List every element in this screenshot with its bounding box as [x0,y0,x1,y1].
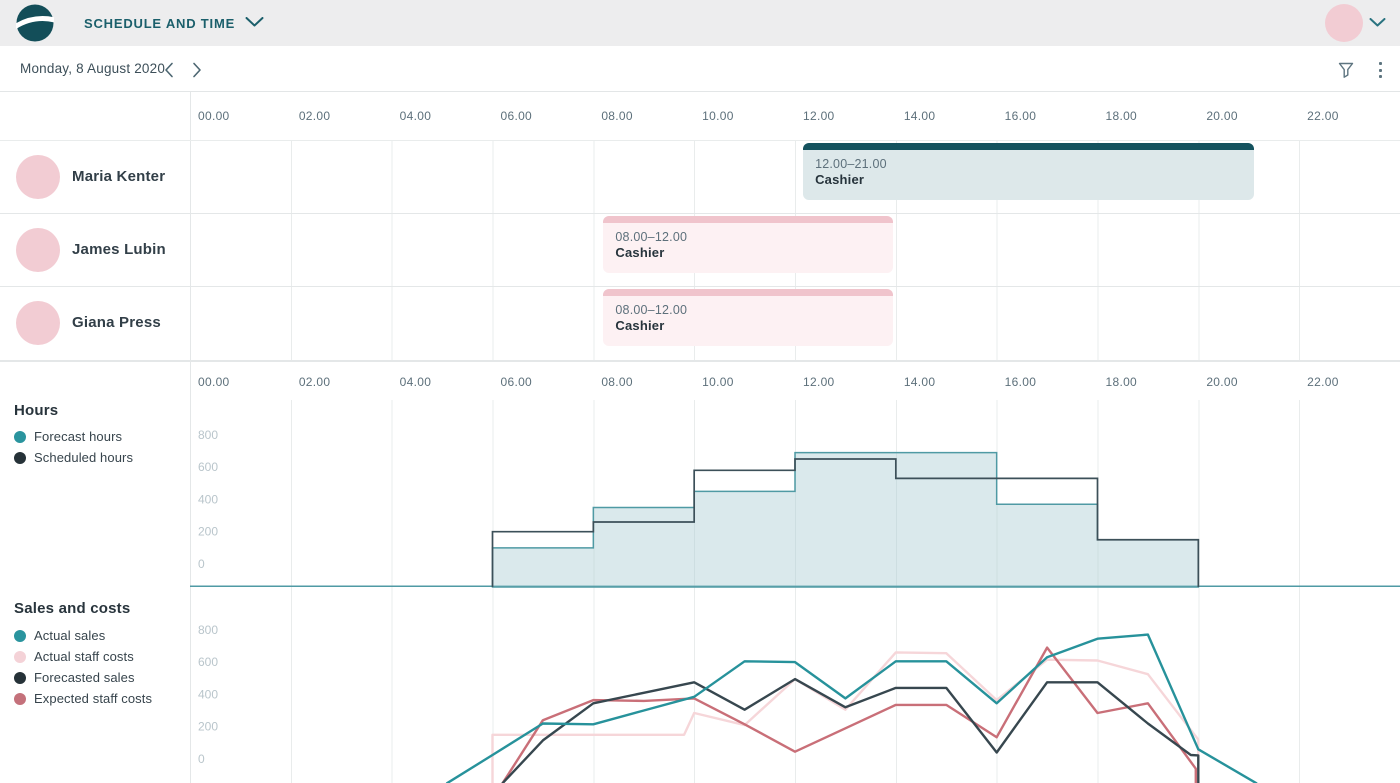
legend-dot [14,630,26,642]
next-day-button[interactable] [186,59,208,81]
sales-section-title: Sales and costs [14,600,130,617]
legend-item: Forecasted sales [14,670,135,685]
y-axis-label: 200 [198,525,218,539]
legend-label: Expected staff costs [34,691,152,706]
employee-avatar [16,228,60,272]
legend-dot [14,672,26,684]
user-avatar [1325,4,1363,42]
legend-dot [14,452,26,464]
legend-label: Actual staff costs [34,649,134,664]
kebab-icon [1379,61,1382,80]
employee-name: James Lubin [72,241,166,258]
shift-block[interactable]: 08.00–12.00Cashier [603,216,893,273]
time-tick-label: 14.00 [904,375,936,389]
shift-color-bar [603,216,893,223]
hours-chart: 800 600 400 200 0 [190,400,1400,590]
legend-dot [14,693,26,705]
shift-role-label: Cashier [615,318,893,333]
brand-logo-icon [16,4,54,42]
legend-label: Scheduled hours [34,450,133,465]
legend-dot [14,431,26,443]
filter-button[interactable] [1334,58,1358,82]
y-axis-label: 0 [198,752,205,766]
sales-costs-chart: 800 600 400 200 0 [190,596,1400,783]
legend-label: Forecast hours [34,429,122,444]
current-date-label: Monday, 8 August 2020 [20,61,165,76]
employee-name: Maria Kenter [72,168,165,185]
schedule-time-axis: 00.00 02.00 04.00 06.00 08.00 10.00 12.00 14.00… [0,92,1400,140]
employee-row: Maria Kenter 12.00–21.00Cashier [0,140,1400,214]
more-options-button[interactable] [1368,58,1392,82]
shift-block[interactable]: 08.00–12.00Cashier [603,289,893,346]
time-tick-label: 18.00 [1106,109,1138,123]
shift-block[interactable]: 12.00–21.00Cashier [803,143,1254,200]
employee-row: James Lubin 08.00–12.00Cashier [0,214,1400,288]
time-tick-label: 08.00 [601,109,633,123]
legend-label: Forecasted sales [34,670,135,685]
time-tick-label: 18.00 [1106,375,1138,389]
time-tick-label: 04.00 [400,375,432,389]
previous-day-button[interactable] [158,59,180,81]
y-axis-label: 800 [198,428,218,442]
time-tick-label: 16.00 [1005,109,1037,123]
y-axis-label: 400 [198,687,218,701]
legend-label: Actual sales [34,628,105,643]
employee-avatar [16,301,60,345]
top-bar: SCHEDULE AND TIME [0,0,1400,46]
hours-section-title: Hours [14,402,58,419]
actual-staff-costs-line [493,652,1199,783]
user-menu[interactable] [1325,0,1386,46]
legend-item: Forecast hours [14,429,122,444]
y-axis-label: 400 [198,492,218,506]
time-tick-label: 12.00 [803,375,835,389]
y-axis-label: 600 [198,460,218,474]
time-tick-label: 00.00 [198,109,230,123]
time-tick-label: 20.00 [1206,109,1238,123]
time-tick-label: 16.00 [1005,375,1037,389]
shift-role-label: Cashier [815,172,1254,187]
shift-color-bar [803,143,1254,150]
y-axis-label: 200 [198,720,218,734]
shift-time-label: 08.00–12.00 [615,230,893,244]
time-tick-label: 06.00 [501,375,533,389]
time-tick-label: 06.00 [501,109,533,123]
legend-dot [14,651,26,663]
shift-color-bar [603,289,893,296]
employee-row: Giana Press 08.00–12.00Cashier [0,287,1400,361]
time-tick-label: 00.00 [198,375,230,389]
time-tick-label: 10.00 [702,375,734,389]
time-tick-label: 12.00 [803,109,835,123]
legend-item: Actual staff costs [14,649,134,664]
time-tick-label: 22.00 [1307,109,1339,123]
funnel-icon [1337,61,1355,79]
time-tick-label: 02.00 [299,375,331,389]
app-menu-label: SCHEDULE AND TIME [84,16,235,31]
shift-role-label: Cashier [615,245,893,260]
time-tick-label: 10.00 [702,109,734,123]
expected-staff-costs-line [503,648,1196,783]
time-tick-label: 14.00 [904,109,936,123]
time-tick-label: 20.00 [1206,375,1238,389]
time-tick-label: 04.00 [400,109,432,123]
legend-item: Expected staff costs [14,691,152,706]
legend-item: Scheduled hours [14,450,133,465]
shift-time-label: 12.00–21.00 [815,157,1254,171]
app-menu-dropdown[interactable]: SCHEDULE AND TIME [84,0,264,46]
y-axis-label: 0 [198,557,205,571]
legend-item: Actual sales [14,628,105,643]
date-toolbar: Monday, 8 August 2020 [0,46,1400,92]
app-window: SCHEDULE AND TIME Monday, 8 August 2020 [0,0,1400,783]
shift-time-label: 08.00–12.00 [615,303,893,317]
employee-avatar [16,155,60,199]
chevron-down-icon [245,14,264,32]
chevron-down-icon [1369,14,1386,32]
employee-name: Giana Press [72,314,161,331]
charts-time-axis: 00.00 02.00 04.00 06.00 08.00 10.00 12.00 14.00… [0,361,1400,400]
time-tick-label: 02.00 [299,109,331,123]
time-tick-label: 22.00 [1307,375,1339,389]
time-tick-label: 08.00 [601,375,633,389]
y-axis-label: 800 [198,623,218,637]
y-axis-label: 600 [198,655,218,669]
forecast-hours-area [493,453,1199,587]
